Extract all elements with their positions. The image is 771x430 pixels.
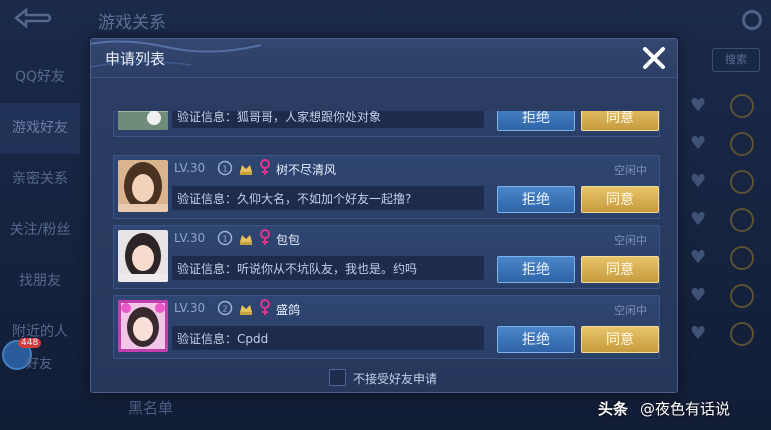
background-page-title: 游戏关系 bbox=[98, 13, 166, 33]
verify-label: 验证信息： bbox=[177, 111, 238, 124]
avatar[interactable] bbox=[118, 111, 168, 130]
sidebar-item-qq-friends[interactable]: QQ好友 bbox=[0, 52, 80, 103]
gift-icon[interactable] bbox=[730, 170, 754, 194]
verify-label: 验证信息： bbox=[177, 332, 238, 346]
player-status: 空闲中 bbox=[614, 234, 647, 247]
noble-rank-icon bbox=[240, 165, 252, 175]
accept-button[interactable]: 同意 bbox=[581, 326, 659, 353]
reject-requests-checkbox[interactable] bbox=[329, 369, 346, 386]
heart-icon[interactable]: ♥ bbox=[690, 135, 708, 153]
sidebar-item-game-friends[interactable]: 游戏好友 bbox=[0, 103, 80, 154]
settings-gear-icon[interactable] bbox=[742, 10, 762, 30]
reject-button[interactable]: 拒绝 bbox=[497, 111, 575, 131]
request-card: LV.30 1 树不尽清风 空闲中 验证信息：久仰大名，不如加个好友一起撸? 拒… bbox=[113, 155, 660, 219]
verify-message: Cpdd bbox=[237, 332, 269, 346]
rank-icon: 1 bbox=[217, 160, 233, 176]
reject-button[interactable]: 拒绝 bbox=[497, 256, 575, 283]
blacklist-tab[interactable]: 黑名单 bbox=[128, 397, 173, 418]
sidebar-item-follow[interactable]: 关注/粉丝 bbox=[0, 205, 80, 256]
gift-icon[interactable] bbox=[730, 94, 754, 118]
background-sidebar: QQ好友 游戏好友 亲密关系 关注/粉丝 找朋友 附近的人 bbox=[0, 52, 80, 358]
gift-icon[interactable] bbox=[730, 208, 754, 232]
watermark-brand: 头条 bbox=[598, 400, 629, 418]
reject-button[interactable]: 拒绝 bbox=[497, 326, 575, 353]
accept-button[interactable]: 同意 bbox=[581, 111, 659, 131]
notification-count-badge: 448 bbox=[18, 338, 42, 348]
reject-button[interactable]: 拒绝 bbox=[497, 186, 575, 213]
gift-icon[interactable] bbox=[730, 132, 754, 156]
noble-rank-icon bbox=[240, 305, 252, 315]
watermark-account: @夜色有话说 bbox=[640, 400, 731, 418]
dialog-title: 申请列表 bbox=[105, 50, 166, 68]
heart-icon[interactable]: ♥ bbox=[690, 287, 708, 305]
avatar[interactable] bbox=[118, 230, 168, 282]
gift-icon[interactable] bbox=[730, 284, 754, 308]
heart-icon[interactable]: ♥ bbox=[690, 211, 708, 229]
svg-text:2: 2 bbox=[222, 305, 227, 314]
female-icon bbox=[260, 299, 270, 315]
svg-text:1: 1 bbox=[222, 235, 227, 244]
verification-message-box: 验证信息：狐哥哥，人家想跟你处对象 bbox=[172, 111, 484, 128]
heart-icon[interactable]: ♥ bbox=[690, 173, 708, 191]
avatar[interactable] bbox=[118, 300, 168, 352]
sidebar-item-find-friends[interactable]: 找朋友 bbox=[0, 256, 80, 307]
heart-icon[interactable]: ♥ bbox=[690, 97, 708, 115]
sidebar-item-intimate[interactable]: 亲密关系 bbox=[0, 154, 80, 205]
verify-label: 验证信息： bbox=[177, 192, 238, 206]
sidebar-item-friend-request[interactable]: 好友 bbox=[26, 353, 52, 372]
verify-label: 验证信息： bbox=[177, 262, 238, 276]
player-level: LV.30 bbox=[174, 161, 206, 175]
request-card: LV.30 1 包包 空闲中 验证信息：听说你从不坑队友，我也是。约吗 拒绝 同… bbox=[113, 225, 660, 289]
player-level: LV.30 bbox=[174, 231, 206, 245]
dialog-header: 申请列表 bbox=[91, 39, 677, 78]
gift-icon[interactable] bbox=[730, 246, 754, 270]
verification-message-box: 验证信息：听说你从不坑队友，我也是。约吗 bbox=[172, 256, 484, 280]
gift-icon[interactable] bbox=[730, 322, 754, 346]
reject-requests-label: 不接受好友申请 bbox=[353, 372, 438, 386]
female-icon bbox=[260, 159, 270, 175]
verify-message: 狐哥哥，人家想跟你处对象 bbox=[237, 111, 382, 124]
player-level: LV.30 bbox=[174, 301, 206, 315]
svg-text:1: 1 bbox=[222, 165, 227, 174]
heart-icon[interactable]: ♥ bbox=[690, 249, 708, 267]
player-nickname: 树不尽清风 bbox=[276, 163, 337, 177]
request-card: 验证信息：狐哥哥，人家想跟你处对象 拒绝 同意 bbox=[113, 111, 660, 137]
player-status: 空闲中 bbox=[614, 304, 647, 317]
female-icon bbox=[260, 229, 270, 245]
accept-button[interactable]: 同意 bbox=[581, 256, 659, 283]
player-nickname: 包包 bbox=[276, 233, 301, 247]
verify-message: 久仰大名，不如加个好友一起撸? bbox=[237, 192, 412, 206]
rank-icon: 1 bbox=[217, 230, 233, 246]
verification-message-box: 验证信息：Cpdd bbox=[172, 326, 484, 350]
avatar[interactable] bbox=[118, 160, 168, 212]
background-search-button[interactable]: 搜索 bbox=[712, 48, 760, 72]
friend-request-dialog: 申请列表 验证信息：狐哥哥，人家想跟你处对象 拒绝 同意 LV.30 1 树不尽… bbox=[90, 38, 678, 393]
request-card: LV.30 2 盛鸽 空闲中 验证信息：Cpdd 拒绝 同意 bbox=[113, 295, 660, 359]
player-nickname: 盛鸽 bbox=[276, 303, 301, 317]
player-status: 空闲中 bbox=[614, 164, 647, 177]
accept-button[interactable]: 同意 bbox=[581, 186, 659, 213]
rank-icon: 2 bbox=[217, 300, 233, 316]
background-friend-actions: ♥ ♥ ♥ ♥ ♥ ♥ ♥ bbox=[686, 88, 766, 354]
close-icon[interactable] bbox=[639, 43, 669, 73]
request-list[interactable]: 验证信息：狐哥哥，人家想跟你处对象 拒绝 同意 LV.30 1 树不尽清风 空闲… bbox=[113, 111, 660, 366]
verification-message-box: 验证信息：久仰大名，不如加个好友一起撸? bbox=[172, 186, 484, 210]
noble-rank-icon bbox=[240, 235, 252, 245]
back-arrow-icon[interactable] bbox=[10, 6, 54, 30]
heart-icon[interactable]: ♥ bbox=[690, 325, 708, 343]
verify-message: 听说你从不坑队友，我也是。约吗 bbox=[237, 262, 418, 276]
